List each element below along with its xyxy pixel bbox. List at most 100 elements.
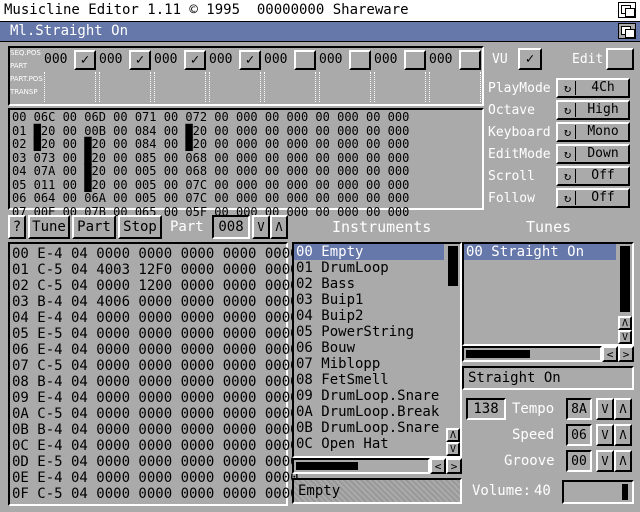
part-number-field[interactable]: 008 xyxy=(212,215,250,239)
tune-item[interactable]: 00 Straight On xyxy=(464,244,616,260)
sequence-row[interactable]: 03 073 00 █20 00 085 00 068 00 000 00 00… xyxy=(12,151,482,166)
help-button[interactable]: ? xyxy=(8,215,26,239)
sequence-row[interactable]: 01 █20 00 00B 00 084 00 █20 00 000 00 00… xyxy=(12,124,482,139)
tempo-down-button[interactable]: V xyxy=(596,398,614,420)
volume-slider-knob[interactable] xyxy=(622,484,628,500)
track-enable-checkbox[interactable]: ✓ xyxy=(129,50,151,70)
track-seqpos-value[interactable]: 000 xyxy=(44,53,67,66)
sequence-grid[interactable]: 00 06C 00 06D 00 071 00 072 00 000 00 00… xyxy=(12,110,482,219)
instrument-item[interactable]: 05 PowerString xyxy=(294,324,444,340)
part-row[interactable]: 00 E-4 04 0000 0000 0000 0000 0000 xyxy=(12,246,299,262)
setting-cycle-button-1[interactable]: ↻ High xyxy=(556,100,630,120)
tune-play-button[interactable]: Tune xyxy=(28,215,70,239)
speed-down-button[interactable]: V xyxy=(596,424,614,446)
instrument-name-field[interactable]: Empty xyxy=(292,478,462,504)
track-seqpos-value[interactable]: 000 xyxy=(99,53,122,66)
instrument-item[interactable]: 0A DrumLoop.Break xyxy=(294,404,444,420)
part-down-button[interactable]: V xyxy=(252,215,270,239)
setting-cycle-button-0[interactable]: ↻ 4Ch xyxy=(556,78,630,98)
track-enable-checkbox[interactable]: ✓ xyxy=(184,50,206,70)
vu-checkbox[interactable]: ✓ xyxy=(518,48,542,70)
setting-cycle-button-4[interactable]: ↻ Off xyxy=(556,166,630,186)
part-row[interactable]: 0B B-4 04 0000 0000 0000 0000 0000 xyxy=(12,422,299,438)
track-enable-checkbox[interactable] xyxy=(459,50,481,70)
instrument-item[interactable]: 08 FetSmell xyxy=(294,372,444,388)
stop-button[interactable]: Stop xyxy=(118,215,162,239)
tunes-vscroll[interactable] xyxy=(618,244,632,316)
instruments-scroll-right-button[interactable]: > xyxy=(446,458,462,474)
part-row[interactable]: 04 E-4 04 0000 0000 0000 0000 0000 xyxy=(12,310,299,326)
sequence-row[interactable]: 04 07A 00 █20 00 005 00 068 00 000 00 00… xyxy=(12,164,482,179)
part-row[interactable]: 0E E-4 04 0000 0000 0000 0000 0000 xyxy=(12,470,299,486)
sequence-row[interactable]: 05 011 00 █20 00 005 00 07C 00 000 00 00… xyxy=(12,178,482,193)
setting-cycle-button-5[interactable]: ↻ Off xyxy=(556,188,630,208)
instruments-vscroll[interactable] xyxy=(446,244,460,430)
sequence-row[interactable]: 00 06C 00 06D 00 071 00 072 00 000 00 00… xyxy=(12,110,482,125)
tunes-list[interactable]: 00 Straight On xyxy=(464,244,616,260)
part-row[interactable]: 07 C-5 04 0000 0000 0000 0000 0000 xyxy=(12,358,299,374)
track-enable-checkbox[interactable] xyxy=(349,50,371,70)
instruments-hscroll[interactable] xyxy=(292,458,430,474)
tunes-scroll-down-button[interactable]: V xyxy=(618,330,632,344)
part-row[interactable]: 0C E-4 04 0000 0000 0000 0000 0000 xyxy=(12,438,299,454)
track-seqpos-value[interactable]: 000 xyxy=(264,53,287,66)
instrument-item[interactable]: 0B DrumLoop.Snare xyxy=(294,420,444,436)
window-depth-icon[interactable] xyxy=(618,23,636,39)
instrument-item[interactable]: 00 Empty xyxy=(294,244,444,260)
groove-field[interactable]: 00 xyxy=(566,450,592,472)
track-enable-checkbox[interactable] xyxy=(404,50,426,70)
part-row[interactable]: 09 E-4 04 0000 0000 0000 0000 0000 xyxy=(12,390,299,406)
tunes-scroll-right-button[interactable]: > xyxy=(618,346,634,362)
part-grid[interactable]: 00 E-4 04 0000 0000 0000 0000 0000 01 C-5… xyxy=(12,246,299,502)
instruments-hscroll-knob[interactable] xyxy=(296,462,358,470)
part-row[interactable]: 0D E-5 04 0000 0000 0000 0000 0000 xyxy=(12,454,299,470)
tempo-bpm-field[interactable]: 138 xyxy=(466,398,506,420)
part-up-button[interactable]: Λ xyxy=(270,215,288,239)
screen-depth-icon[interactable] xyxy=(618,2,636,18)
part-row[interactable]: 08 B-4 04 0000 0000 0000 0000 0000 xyxy=(12,374,299,390)
part-row[interactable]: 0F C-5 04 0000 0000 0000 0000 0000 xyxy=(12,486,299,502)
track-seqpos-value[interactable]: 000 xyxy=(319,53,342,66)
part-row[interactable]: 0A C-5 04 0000 0000 0000 0000 0000 xyxy=(12,406,299,422)
speed-up-button[interactable]: Λ xyxy=(614,424,632,446)
instrument-item[interactable]: 07 Miblopp xyxy=(294,356,444,372)
tempo-hex-field[interactable]: 8A xyxy=(566,398,592,420)
tunes-scroll-up-button[interactable]: Λ xyxy=(618,316,632,330)
tempo-up-button[interactable]: Λ xyxy=(614,398,632,420)
tunes-hscroll[interactable] xyxy=(462,346,602,362)
groove-up-button[interactable]: Λ xyxy=(614,450,632,472)
part-row[interactable]: 02 C-5 04 0000 1200 0000 0000 0000 xyxy=(12,278,299,294)
track-enable-checkbox[interactable] xyxy=(294,50,316,70)
tunes-vscroll-knob[interactable] xyxy=(620,246,630,312)
instruments-vscroll-knob[interactable] xyxy=(448,246,458,286)
track-seqpos-value[interactable]: 000 xyxy=(209,53,232,66)
setting-cycle-button-2[interactable]: ↻ Mono xyxy=(556,122,630,142)
tunes-hscroll-knob[interactable] xyxy=(466,350,530,358)
instrument-item[interactable]: 01 DrumLoop xyxy=(294,260,444,276)
instrument-item[interactable]: 04 Buip2 xyxy=(294,308,444,324)
instrument-item[interactable]: 03 Buip1 xyxy=(294,292,444,308)
speed-field[interactable]: 06 xyxy=(566,424,592,446)
window-title-bar[interactable]: Ml.Straight On xyxy=(0,22,640,42)
setting-cycle-button-3[interactable]: ↻ Down xyxy=(556,144,630,164)
instruments-scroll-left-button[interactable]: < xyxy=(430,458,446,474)
part-play-button[interactable]: Part xyxy=(72,215,116,239)
part-row[interactable]: 03 B-4 04 4006 0000 0000 0000 0000 xyxy=(12,294,299,310)
track-seqpos-value[interactable]: 000 xyxy=(374,53,397,66)
part-row[interactable]: 06 E-4 04 0000 0000 0000 0000 0000 xyxy=(12,342,299,358)
edit-checkbox[interactable] xyxy=(606,48,634,70)
part-row[interactable]: 01 C-5 04 4003 12F0 0000 0000 0000 xyxy=(12,262,299,278)
volume-slider[interactable] xyxy=(562,480,634,504)
track-seqpos-value[interactable]: 000 xyxy=(154,53,177,66)
part-row[interactable]: 05 E-5 04 0000 0000 0000 0000 0000 xyxy=(12,326,299,342)
instruments-scroll-down-button[interactable]: V xyxy=(446,442,460,456)
track-enable-checkbox[interactable]: ✓ xyxy=(74,50,96,70)
instrument-item[interactable]: 0C Open Hat xyxy=(294,436,444,452)
tune-name-field[interactable]: Straight On xyxy=(462,366,634,390)
instrument-item[interactable]: 02 Bass xyxy=(294,276,444,292)
tunes-scroll-left-button[interactable]: < xyxy=(602,346,618,362)
screen-title-bar[interactable]: Musicline Editor 1.11 © 1995 00000000 Sh… xyxy=(0,0,640,22)
track-enable-checkbox[interactable]: ✓ xyxy=(239,50,261,70)
sequence-row[interactable]: 06 064 00 06A 00 005 00 07C 00 000 00 00… xyxy=(12,191,482,206)
groove-down-button[interactable]: V xyxy=(596,450,614,472)
